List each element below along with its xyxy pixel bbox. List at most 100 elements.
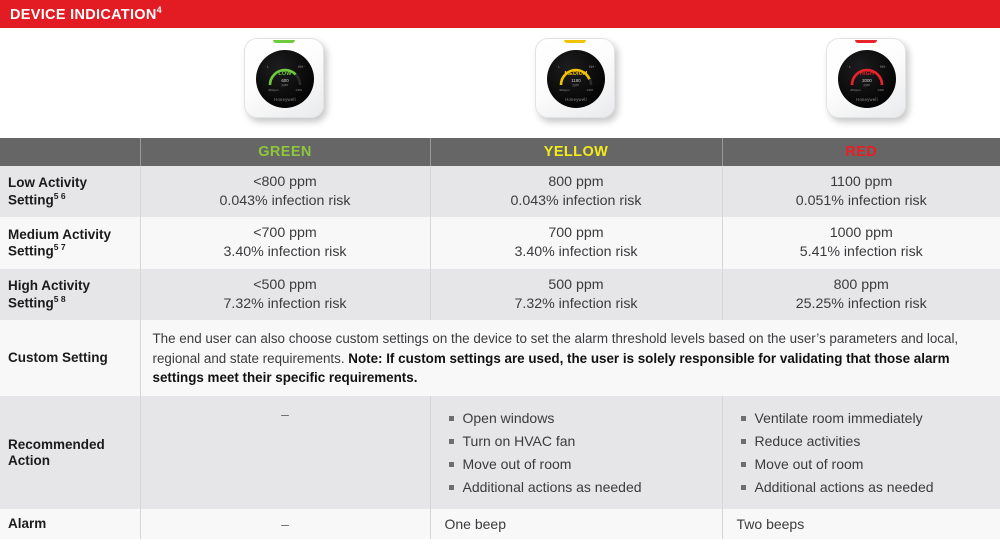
cell-yellow-high: 500 ppm 7.32% infection risk	[430, 268, 723, 321]
device-images-strip: · L HH · LOW 600 ppm 400ppm 1400 Honeywe…	[0, 28, 1000, 138]
cell-yellow-low: 800 ppm 0.043% infection risk	[430, 166, 723, 218]
device-indication-banner: DEVICE INDICATION4	[0, 0, 1000, 28]
device-ppm-unit: ppm	[863, 82, 871, 87]
header-green: GREEN	[140, 138, 431, 166]
list-item: Move out of room	[447, 457, 712, 471]
table-row-alarm: Alarm – One beep Two beeps	[0, 509, 1000, 540]
cell-green-alarm: –	[140, 509, 431, 540]
cell-green-high: <500 ppm 7.32% infection risk	[140, 268, 431, 321]
cell-yellow-recommended: Open windows Turn on HVAC fan Move out o…	[430, 396, 723, 510]
gauge-tick-left: · L	[847, 65, 851, 69]
cell-value-ppm: 700 ppm	[548, 225, 604, 242]
cell-value-risk: 25.25% infection risk	[795, 295, 927, 312]
cell-value-risk: 7.32% infection risk	[514, 295, 638, 312]
cell-value-risk: 0.051% infection risk	[795, 192, 927, 209]
list-item: Move out of room	[739, 457, 991, 471]
row-label-custom-setting: Custom Setting	[0, 320, 141, 397]
gauge-tick-right: HH ·	[298, 65, 305, 69]
device-screen: · L HH · LOW 600 ppm 400ppm 1400 Honeywe…	[256, 50, 314, 108]
banner-title: DEVICE INDICATION4	[0, 5, 162, 23]
cell-value-risk: 3.40% infection risk	[223, 244, 347, 261]
list-item: Additional actions as needed	[447, 480, 712, 494]
device-ppm-unit: ppm	[572, 82, 580, 87]
gauge-scale-left: 400ppm	[268, 88, 279, 92]
cell-value-ppm: 800 ppm	[548, 174, 604, 190]
row-label-text: High Activity Setting	[8, 278, 91, 311]
table-row-recommended-action: Recommended Action – Open windows Turn o…	[0, 396, 1000, 510]
gauge-scale-right: 1400	[877, 88, 884, 92]
device-notch	[855, 40, 877, 43]
row-label-high-activity: High Activity Setting5 8	[0, 268, 141, 321]
recommended-action-list-yellow: Open windows Turn on HVAC fan Move out o…	[445, 400, 712, 505]
header-red: RED	[722, 138, 1000, 166]
gauge-tick-right: HH ·	[589, 65, 596, 69]
cell-value-risk: 7.32% infection risk	[223, 295, 347, 312]
cell-value-risk: 0.043% infection risk	[219, 192, 351, 209]
gauge-tick-left: · L	[556, 65, 560, 69]
row-label-footnote: 5 6	[53, 190, 66, 201]
cell-value-ppm: 1100 ppm	[830, 174, 893, 190]
cell-yellow-alarm: One beep	[430, 509, 723, 540]
gauge-tick-left: · L	[265, 65, 269, 69]
device-image-green: · L HH · LOW 600 ppm 400ppm 1400 Honeywe…	[238, 34, 334, 130]
cell-value-risk: 0.043% infection risk	[510, 192, 642, 209]
row-label-medium-activity: Medium Activity Setting5 7	[0, 217, 141, 269]
cell-value-ppm: <700 ppm	[253, 225, 317, 242]
cell-green-low: <800 ppm 0.043% infection risk	[140, 166, 431, 218]
cell-red-high: 800 ppm 25.25% infection risk	[722, 268, 1000, 321]
list-item: Reduce activities	[739, 434, 991, 448]
list-item: Ventilate room immediately	[739, 411, 991, 425]
cell-value-ppm: 1000 ppm	[829, 225, 893, 242]
device-ppm-unit: ppm	[281, 82, 289, 87]
cell-green-medium: <700 ppm 3.40% infection risk	[140, 217, 431, 269]
gauge-scale-left: 400ppm	[850, 88, 861, 92]
row-label-alarm: Alarm	[0, 509, 141, 540]
device-notch	[273, 40, 295, 43]
device-body: · L HH · HIGH 2000 ppm 400ppm 1400 Honey…	[826, 38, 906, 118]
device-image-red: · L HH · HIGH 2000 ppm 400ppm 1400 Honey…	[820, 34, 916, 130]
list-item: Turn on HVAC fan	[447, 434, 712, 448]
device-brand-label: Honeywell	[274, 97, 296, 102]
cell-red-recommended: Ventilate room immediately Reduce activi…	[722, 396, 1000, 510]
device-level-text: MEDIUM	[564, 71, 588, 77]
cell-red-alarm: Two beeps	[722, 509, 1000, 540]
cell-value-ppm: <500 ppm	[253, 276, 317, 293]
table-header-row: GREEN YELLOW RED	[0, 138, 1000, 166]
table-row-custom-setting: Custom Setting The end user can also cho…	[0, 320, 1000, 397]
device-brand-label: Honeywell	[856, 97, 878, 102]
header-yellow: YELLOW	[430, 138, 723, 166]
device-level-text: LOW	[278, 71, 292, 77]
cell-value-risk: 5.41% infection risk	[799, 244, 923, 261]
cell-value-risk: 3.40% infection risk	[514, 244, 638, 261]
list-item: Additional actions as needed	[739, 480, 991, 494]
recommended-action-list-red: Ventilate room immediately Reduce activi…	[737, 400, 991, 505]
header-blank	[0, 138, 141, 166]
row-label-recommended-action: Recommended Action	[0, 396, 141, 510]
device-body: · L HH · LOW 600 ppm 400ppm 1400 Honeywe…	[244, 38, 324, 118]
banner-title-text: DEVICE INDICATION	[10, 6, 157, 23]
table-row: Low Activity Setting5 6 <800 ppm 0.043% i…	[0, 166, 1000, 218]
banner-footnote: 4	[156, 5, 162, 16]
table-row: Medium Activity Setting5 7 <700 ppm 3.40%…	[0, 217, 1000, 269]
gauge-tick-right: HH ·	[880, 65, 887, 69]
device-brand-label: Honeywell	[565, 97, 587, 102]
row-label-text: Low Activity Setting	[8, 175, 88, 208]
row-label-footnote: 5 8	[53, 293, 66, 304]
row-label-low-activity: Low Activity Setting5 6	[0, 166, 141, 218]
cell-red-low: 1100 ppm 0.051% infection risk	[722, 166, 1000, 218]
device-notch	[564, 40, 586, 43]
cell-value-ppm: 500 ppm	[548, 276, 604, 293]
gauge-scale-left: 400ppm	[559, 88, 570, 92]
gauge-scale-right: 1400	[295, 88, 302, 92]
table-row: High Activity Setting5 8 <500 ppm 7.32% i…	[0, 268, 1000, 321]
cell-yellow-medium: 700 ppm 3.40% infection risk	[430, 217, 723, 269]
device-level-text: HIGH	[859, 71, 875, 77]
device-body: · L HH · MEDIUM 1180 ppm 400ppm 1400 Hon…	[535, 38, 615, 118]
device-screen: · L HH · MEDIUM 1180 ppm 400ppm 1400 Hon…	[547, 50, 605, 108]
row-label-footnote: 5 7	[53, 242, 66, 253]
device-indication-table: GREEN YELLOW RED Low Activity Setting5 6…	[0, 138, 1000, 540]
gauge-scale-right: 1400	[586, 88, 593, 92]
cell-red-medium: 1000 ppm 5.41% infection risk	[722, 217, 1000, 269]
cell-custom-setting-text: The end user can also choose custom sett…	[140, 320, 1000, 397]
device-screen: · L HH · HIGH 2000 ppm 400ppm 1400 Honey…	[838, 50, 896, 108]
